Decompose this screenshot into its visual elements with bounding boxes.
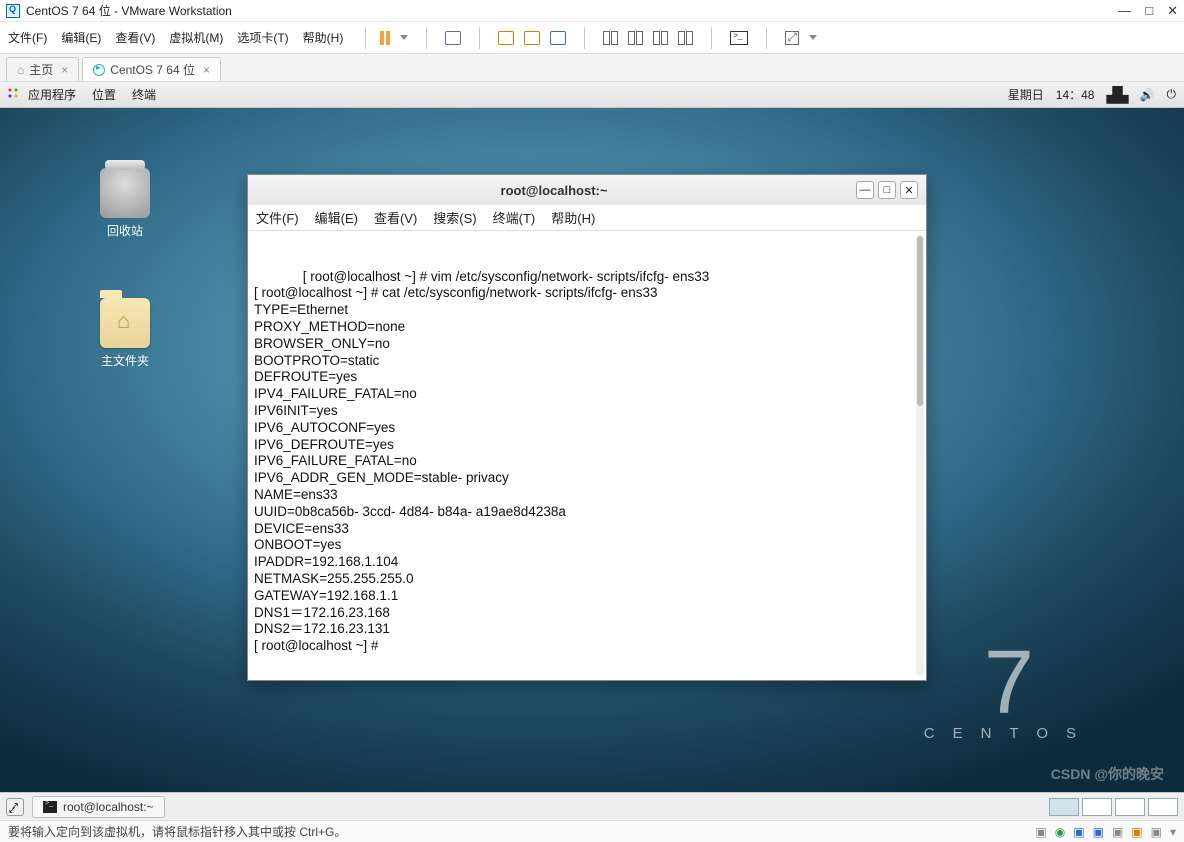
task-terminal[interactable]: root@localhost:~ [32, 796, 165, 818]
menu-file[interactable]: 文件(F) [8, 29, 47, 46]
centos-version: 7 [924, 632, 1094, 735]
vmware-statusbar: 要将输入定向到该虚拟机，请将鼠标指针移入其中或按 Ctrl+G。 ▣ ◉ ▣ ▣… [0, 820, 1184, 842]
tab-home-close[interactable]: × [61, 63, 68, 77]
terminal-menubar: 文件(F) 编辑(E) 查看(V) 搜索(S) 终端(T) 帮助(H) [248, 205, 926, 231]
status-text: 要将输入定向到该虚拟机，请将鼠标指针移入其中或按 Ctrl+G。 [8, 823, 346, 840]
terminal-window[interactable]: root@localhost:~ — □ ✕ 文件(F) 编辑(E) 查看(V)… [247, 174, 927, 681]
pause-dropdown-icon[interactable] [400, 35, 408, 40]
terminal-task-icon [43, 801, 57, 813]
desktop[interactable]: 回收站 主文件夹 7 CENTOS CSDN @你的晚安 root@localh… [0, 108, 1184, 792]
layout-2-icon[interactable] [628, 31, 643, 45]
home-icon: ⌂ [17, 63, 24, 77]
menu-vm[interactable]: 虚拟机(M) [169, 29, 223, 46]
tab-bar: ⌂ 主页 × CentOS 7 64 位 × [0, 54, 1184, 82]
menu-tabs[interactable]: 选项卡(T) [237, 29, 288, 46]
window-minimize[interactable]: — [1118, 3, 1131, 19]
task-terminal-label: root@localhost:~ [63, 800, 154, 814]
term-menu-search[interactable]: 搜索(S) [433, 208, 476, 227]
home-label: 主文件夹 [80, 352, 170, 369]
status-usb-icon[interactable]: ▣ [1131, 825, 1142, 839]
terminal-minimize[interactable]: — [856, 181, 874, 199]
app-titlebar: CentOS 7 64 位 - VMware Workstation — □ ✕ [0, 0, 1184, 22]
terminal-scrollbar[interactable] [916, 235, 924, 676]
status-floppy-icon[interactable]: ▣ [1073, 825, 1084, 839]
snapshot-manager-icon[interactable] [550, 31, 566, 45]
menu-view[interactable]: 查看(V) [115, 29, 155, 46]
clock-time: 14：48 [1056, 86, 1095, 103]
terminal-body[interactable]: [ root@localhost ~] # vim /etc/sysconfig… [248, 231, 926, 680]
vmware-menubar: 文件(F) 编辑(E) 查看(V) 虚拟机(M) 选项卡(T) 帮助(H) [0, 22, 1184, 54]
fullscreen-dropdown-icon[interactable] [809, 35, 817, 40]
network-icon[interactable]: ▟▙ [1106, 86, 1127, 104]
tab-home[interactable]: ⌂ 主页 × [6, 57, 79, 81]
gnome-topbar: 应用程序 位置 终端 星期日 14：48 ▟▙ 🔊 ⏻ [0, 82, 1184, 108]
term-menu-help[interactable]: 帮助(H) [551, 208, 595, 227]
menu-help[interactable]: 帮助(H) [303, 29, 344, 46]
terminal-output: [ root@localhost ~] # vim /etc/sysconfig… [254, 269, 709, 654]
trash-desktop-icon[interactable]: 回收站 [80, 168, 170, 239]
gnome-taskbar: root@localhost:~ [0, 792, 1184, 820]
menu-edit[interactable]: 编辑(E) [61, 29, 101, 46]
folder-icon [100, 298, 150, 348]
status-net-icon[interactable]: ▣ [1093, 825, 1104, 839]
revert-icon[interactable] [524, 31, 540, 45]
send-cad-icon[interactable] [445, 31, 461, 45]
tab-centos[interactable]: CentOS 7 64 位 × [82, 57, 221, 81]
gnome-places[interactable]: 位置 [92, 86, 116, 103]
centos-branding: 7 CENTOS [924, 632, 1094, 742]
console-icon[interactable] [730, 31, 748, 45]
centos-name: CENTOS [924, 725, 1094, 742]
status-more-icon[interactable]: ▾ [1170, 825, 1176, 839]
gnome-terminal-menu[interactable]: 终端 [132, 86, 156, 103]
fullscreen-icon[interactable] [785, 31, 799, 45]
snapshot-icon[interactable] [498, 31, 514, 45]
trash-icon [100, 168, 150, 218]
volume-icon[interactable]: 🔊 [1140, 88, 1155, 102]
terminal-title: root@localhost:~ [256, 183, 852, 198]
tab-centos-close[interactable]: × [203, 63, 210, 77]
window-close[interactable]: ✕ [1167, 3, 1178, 19]
workspace-1[interactable] [1049, 798, 1079, 816]
window-maximize[interactable]: □ [1145, 3, 1153, 19]
status-sound-icon[interactable]: ▣ [1151, 825, 1162, 839]
vm-running-icon [93, 64, 105, 76]
workspace-switcher[interactable] [1049, 798, 1178, 816]
clock-day: 星期日 [1008, 86, 1044, 103]
status-printer-icon[interactable]: ▣ [1112, 825, 1123, 839]
csdn-watermark: CSDN @你的晚安 [1051, 764, 1164, 784]
trash-label: 回收站 [80, 222, 170, 239]
term-menu-edit[interactable]: 编辑(E) [315, 208, 358, 227]
status-cd-icon[interactable]: ◉ [1055, 825, 1065, 839]
term-menu-view[interactable]: 查看(V) [374, 208, 417, 227]
pause-icon[interactable] [380, 31, 390, 45]
layout-1-icon[interactable] [603, 31, 618, 45]
tab-centos-label: CentOS 7 64 位 [110, 61, 195, 78]
window-title: CentOS 7 64 位 - VMware Workstation [26, 2, 232, 19]
workspace-3[interactable] [1115, 798, 1145, 816]
terminal-titlebar[interactable]: root@localhost:~ — □ ✕ [248, 175, 926, 205]
layout-3-icon[interactable] [653, 31, 668, 45]
workspace-2[interactable] [1082, 798, 1112, 816]
terminal-maximize[interactable]: □ [878, 181, 896, 199]
home-desktop-icon[interactable]: 主文件夹 [80, 298, 170, 369]
workspace-4[interactable] [1148, 798, 1178, 816]
layout-4-icon[interactable] [678, 31, 693, 45]
term-menu-terminal[interactable]: 终端(T) [493, 208, 536, 227]
gnome-applications[interactable]: 应用程序 [28, 86, 76, 103]
status-hdd-icon[interactable]: ▣ [1035, 825, 1046, 839]
power-icon[interactable]: ⏻ [1167, 87, 1177, 102]
vmware-icon [6, 4, 20, 18]
term-menu-file[interactable]: 文件(F) [256, 208, 299, 227]
tab-home-label: 主页 [29, 61, 53, 78]
terminal-close[interactable]: ✕ [900, 181, 918, 199]
applications-icon [8, 88, 22, 102]
show-desktop-icon[interactable] [6, 798, 24, 816]
